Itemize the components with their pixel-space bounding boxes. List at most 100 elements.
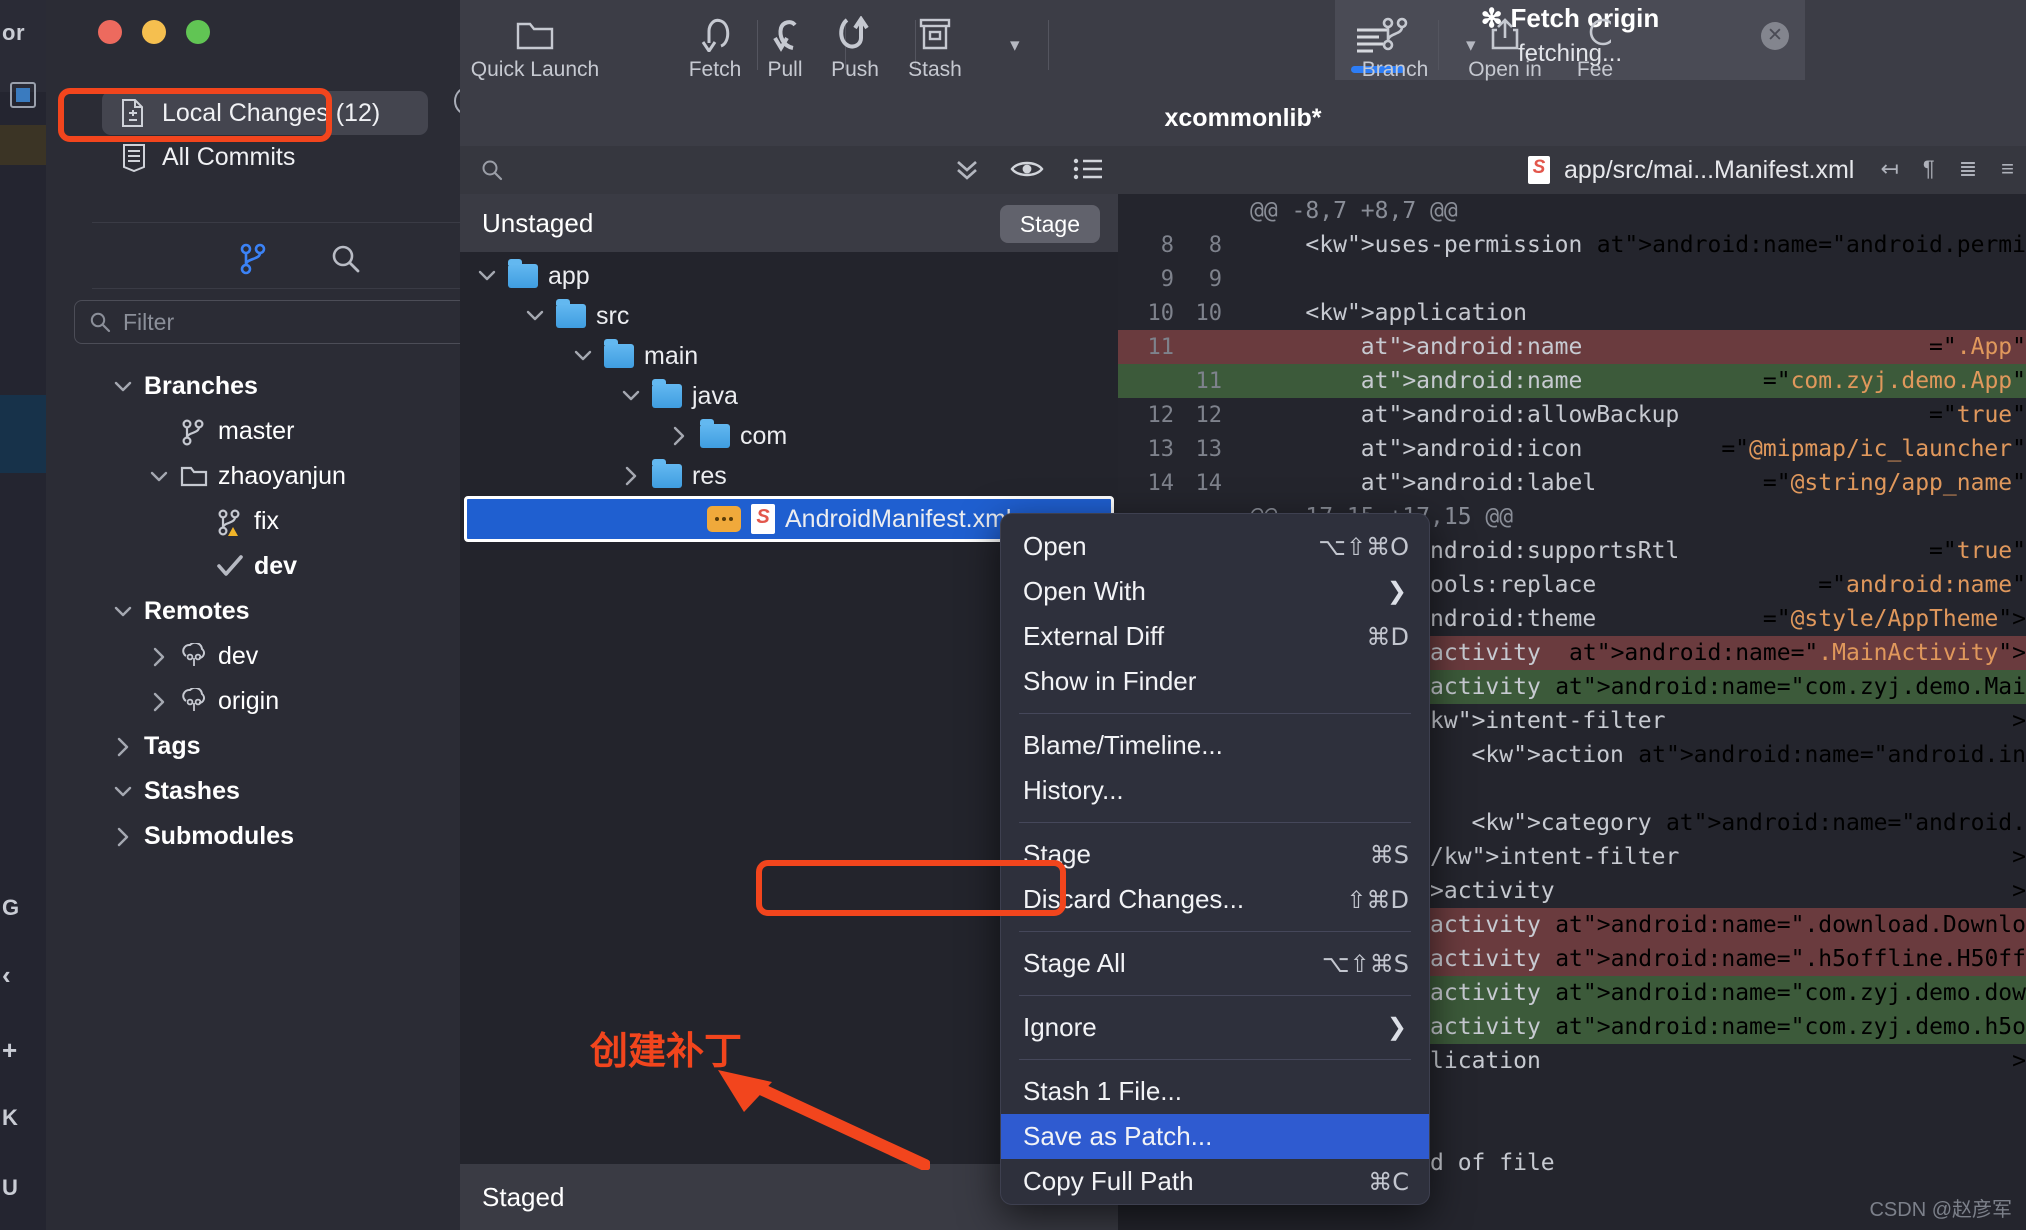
sidebar-item-local-changes[interactable]: Local Changes (12): [102, 91, 428, 135]
diff-line: 12 12 at">android:allowBackup =" true ": [1118, 398, 2026, 432]
changes-file-label: src: [596, 301, 630, 330]
diff-gutter: 10 10: [1147, 300, 1223, 326]
remote-icon: [180, 642, 208, 671]
menu-item-label: Open With: [1023, 576, 1146, 606]
chevron-down-icon[interactable]: [524, 305, 546, 327]
chevron-down-icon[interactable]: [112, 781, 134, 803]
chevron-right-icon[interactable]: [668, 425, 690, 447]
toolbar-feedback[interactable]: Fee: [1535, 6, 1655, 90]
stage-button[interactable]: Stage: [999, 205, 1100, 243]
branch-tree-row[interactable]: origin: [92, 679, 506, 724]
unstaged-header: Unstaged Stage: [460, 194, 1118, 252]
changes-file-row[interactable]: src: [460, 296, 1118, 336]
branch-tree-row[interactable]: Stashes: [92, 769, 506, 814]
list-icon[interactable]: ≡: [2001, 156, 2014, 182]
changes-file-row[interactable]: java: [460, 376, 1118, 416]
tab-search[interactable]: [328, 242, 362, 276]
branch-tree-label: Branches: [144, 372, 258, 400]
menu-item-stash-1-file[interactable]: Stash 1 File...: [1001, 1069, 1429, 1114]
menu-item-save-as-patch[interactable]: Save as Patch...: [1001, 1114, 1429, 1159]
menu-item-history[interactable]: History...: [1001, 768, 1429, 813]
menu-item-open-with[interactable]: Open With ❯: [1001, 569, 1429, 614]
close-window-button[interactable]: [98, 20, 122, 44]
list-icon[interactable]: [1072, 156, 1104, 182]
menu-item-copy-full-path[interactable]: Copy Full Path ⌘C: [1001, 1159, 1429, 1204]
menu-item-show-in-finder[interactable]: Show in Finder: [1001, 659, 1429, 704]
window-controls[interactable]: [98, 20, 210, 44]
menu-item-shortcut: ⌘C: [1368, 1167, 1409, 1196]
sidebar: xonlib ⋯ Local Changes (12) All Co: [46, 0, 506, 1230]
folder-icon: [604, 339, 634, 368]
menu-item-label: Stash 1 File...: [1023, 1076, 1182, 1106]
bg-band-2: [0, 125, 46, 165]
branch-tree-row[interactable]: Branches: [92, 364, 506, 409]
branch-tree-row[interactable]: fix: [92, 499, 506, 544]
chevron-down-icon[interactable]: [476, 265, 498, 287]
branch-tree-label: Submodules: [144, 822, 295, 850]
main-toolbar: Quick Launch Fetch Pull Push Stash ▾ ✻ F…: [460, 0, 2026, 96]
changes-file-row[interactable]: com: [460, 416, 1118, 456]
toolbar-stash[interactable]: Stash: [875, 6, 995, 90]
folder-icon: [556, 299, 586, 328]
staged-label: Staged: [482, 1181, 565, 1212]
branch-tree-row[interactable]: Submodules: [92, 814, 506, 859]
branch-tree-row[interactable]: dev: [92, 634, 506, 679]
toolbar-label: Fee: [1576, 58, 1614, 81]
diff-gutter: 11: [1195, 368, 1223, 394]
chevron-right-icon[interactable]: [148, 691, 170, 713]
changes-file-row[interactable]: res: [460, 456, 1118, 496]
diff-code: @@ -8,7 +8,7 @@: [1250, 198, 1458, 224]
diff-code: at">android:icon: [1360, 436, 1583, 462]
chevron-down-icon[interactable]: ▾: [1010, 34, 1020, 57]
chevron-right-icon[interactable]: [112, 736, 134, 758]
menu-item-label: Show in Finder: [1023, 666, 1197, 696]
chevron-right-icon[interactable]: [620, 465, 642, 487]
branch-tree-row[interactable]: Tags: [92, 724, 506, 769]
tab-branches[interactable]: [236, 242, 270, 276]
chevron-double-down-icon[interactable]: [952, 156, 982, 182]
changes-search-bar[interactable]: [460, 146, 1118, 194]
sidebar-tabs: [92, 230, 506, 288]
minimize-window-button[interactable]: [142, 20, 166, 44]
menu-item-stage[interactable]: Stage ⌘S: [1001, 832, 1429, 877]
chevron-right-icon[interactable]: [112, 826, 134, 848]
menu-separator: [1019, 713, 1411, 714]
menu-item-discard-changes[interactable]: Discard Changes... ⇧⌘D: [1001, 877, 1429, 922]
app-root: or G ‹ + K U xonlib ⋯: [0, 0, 2026, 1230]
toolbar-quick-launch[interactable]: Quick Launch: [410, 6, 660, 90]
menu-item-blame-timeline[interactable]: Blame/Timeline...: [1001, 723, 1429, 768]
branch-tree-label: origin: [218, 687, 280, 715]
menu-item-external-diff[interactable]: External Diff ⌘D: [1001, 614, 1429, 659]
branch-tree-row[interactable]: zhaoyanjun: [92, 454, 506, 499]
chevron-down-icon[interactable]: [112, 376, 134, 398]
menu-item-open[interactable]: Open ⌥⇧⌘O: [1001, 524, 1429, 569]
changes-file-row[interactable]: main: [460, 336, 1118, 376]
branch-tree-row[interactable]: dev: [92, 544, 506, 589]
toolbar-label: Stash: [908, 58, 962, 81]
filter-input[interactable]: Filter: [74, 300, 504, 344]
eye-icon[interactable]: [1010, 156, 1044, 182]
branch-tree-row[interactable]: Remotes: [92, 589, 506, 634]
chevron-down-icon[interactable]: [112, 601, 134, 623]
chevron-down-icon[interactable]: [148, 466, 170, 488]
wrap-lines-icon[interactable]: ↤: [1880, 156, 1898, 182]
menu-item-label: Copy Full Path: [1023, 1166, 1194, 1196]
chevron-down-icon[interactable]: [572, 345, 594, 367]
bg-text-or: or: [2, 20, 25, 45]
changes-file-label: AndroidManifest.xml: [785, 504, 1012, 533]
bg-band-3: [0, 395, 46, 473]
maximize-window-button[interactable]: [186, 20, 210, 44]
chevron-down-icon[interactable]: [620, 385, 642, 407]
branch-tree-label: Tags: [144, 732, 201, 760]
chevron-right-icon[interactable]: [148, 646, 170, 668]
menu-item-shortcut: ⌥⇧⌘S: [1322, 949, 1409, 978]
changes-file-row[interactable]: app: [460, 256, 1118, 296]
menu-item-ignore[interactable]: Ignore ❯: [1001, 1005, 1429, 1050]
close-circle-icon[interactable]: ✕: [1761, 22, 1789, 50]
sidebar-item-all-commits[interactable]: All Commits: [102, 135, 428, 179]
menu-item-stage-all[interactable]: Stage All ⌥⇧⌘S: [1001, 941, 1429, 986]
pilcrow-icon[interactable]: ¶: [1923, 156, 1935, 182]
indent-icon[interactable]: ≣: [1959, 156, 1977, 182]
branch-tree-row[interactable]: master: [92, 409, 506, 454]
branch-tree-label: zhaoyanjun: [218, 462, 346, 490]
